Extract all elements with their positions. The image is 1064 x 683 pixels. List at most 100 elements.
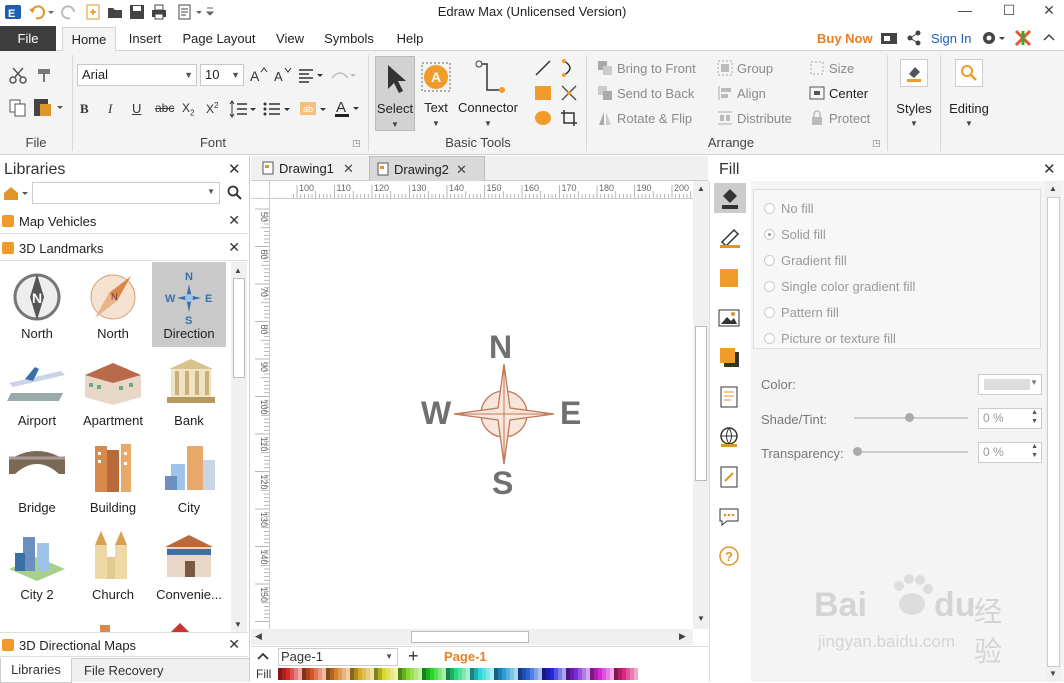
- bring-to-front-label[interactable]: Bring to Front: [617, 61, 696, 76]
- radio-pattern-fill[interactable]: [764, 307, 775, 318]
- buy-now-link[interactable]: Buy Now: [817, 31, 873, 46]
- align-label[interactable]: Align: [737, 86, 766, 101]
- page-nav-up-icon[interactable]: [257, 649, 269, 663]
- rotate-flip-icon[interactable]: [597, 110, 613, 126]
- color-picker[interactable]: ▼: [978, 374, 1042, 395]
- underline-button[interactable]: U: [132, 101, 141, 116]
- font-dialog-launcher-icon[interactable]: ◳: [352, 138, 361, 149]
- subscript-button[interactable]: X2: [182, 101, 194, 117]
- tab-help[interactable]: Help: [388, 27, 432, 51]
- drawing-canvas[interactable]: N S W E: [270, 199, 693, 629]
- shade-tint-knob[interactable]: [905, 413, 914, 422]
- palette-swatch[interactable]: [634, 668, 638, 680]
- fill-pane-scrollbar[interactable]: ▲ ▼: [1045, 181, 1062, 682]
- cart-icon[interactable]: [880, 30, 898, 46]
- strikethrough-button[interactable]: abc: [155, 101, 174, 115]
- styles-button[interactable]: Styles ▼: [896, 59, 932, 149]
- shape-convenience-store[interactable]: Convenie...: [152, 523, 226, 608]
- page-tab-page-1[interactable]: Page-1: [444, 649, 487, 664]
- shape-airport[interactable]: Airport: [0, 349, 74, 434]
- tab-symbols[interactable]: Symbols: [318, 27, 380, 51]
- highlight-color-icon[interactable]: ab: [298, 99, 328, 119]
- editing-button[interactable]: Editing ▼: [946, 59, 992, 149]
- rectangle-tool-icon[interactable]: [534, 84, 552, 102]
- shape-bridge[interactable]: Bridge: [0, 436, 74, 521]
- close-section-icon[interactable]: ✕: [228, 239, 240, 256]
- select-tool-button[interactable]: Select ▼: [375, 56, 415, 131]
- option-pattern-fill[interactable]: Pattern fill: [781, 305, 839, 320]
- close-fill-pane-icon[interactable]: ✕: [1043, 160, 1056, 178]
- library-section-3d-landmarks[interactable]: 3D Landmarks ✕: [0, 236, 248, 261]
- color-palette[interactable]: [278, 668, 638, 680]
- file-tab[interactable]: File: [0, 26, 56, 51]
- maximize-button[interactable]: ☐: [994, 0, 1024, 22]
- library-home-icon[interactable]: [3, 185, 29, 201]
- shape-bank[interactable]: Bank: [152, 349, 226, 434]
- shape-style-panel-icon[interactable]: [718, 267, 740, 289]
- line-spacing-icon[interactable]: [229, 99, 257, 119]
- rotate-flip-label[interactable]: Rotate & Flip: [617, 111, 692, 126]
- size-label[interactable]: Size: [829, 61, 854, 76]
- search-icon[interactable]: [227, 185, 243, 201]
- fill-scroll-thumb[interactable]: [1047, 197, 1060, 667]
- connector-tool-button[interactable]: Connector ▼: [455, 56, 521, 131]
- font-name-select[interactable]: Arial ▼: [77, 64, 197, 86]
- format-painter-icon[interactable]: [34, 65, 54, 85]
- tab-insert[interactable]: Insert: [120, 27, 170, 51]
- canvas-horizontal-scrollbar[interactable]: ◀ ▶: [251, 629, 693, 645]
- option-single-color-gradient[interactable]: Single color gradient fill: [781, 279, 915, 294]
- comment-panel-icon[interactable]: [718, 506, 740, 528]
- library-search-input[interactable]: ▼: [32, 182, 220, 204]
- hyperlink-globe-icon[interactable]: [718, 426, 740, 448]
- ellipse-tool-icon[interactable]: [534, 109, 552, 127]
- italic-button[interactable]: I: [108, 101, 112, 117]
- note-panel-icon[interactable]: [718, 466, 740, 488]
- close-window-button[interactable]: ✕: [1034, 0, 1064, 22]
- shape-north-arrow[interactable]: N North: [76, 262, 150, 347]
- group-label[interactable]: Group: [737, 61, 773, 76]
- page-properties-icon[interactable]: [718, 386, 740, 408]
- cross-tool-icon[interactable]: [560, 84, 578, 102]
- radio-single-color-gradient[interactable]: [764, 281, 775, 292]
- doc-tab-drawing1[interactable]: Drawing1 ✕: [255, 156, 367, 181]
- shadow-panel-icon[interactable]: [718, 346, 740, 368]
- size-icon[interactable]: [809, 60, 825, 76]
- group-icon[interactable]: [717, 60, 733, 76]
- close-section-icon[interactable]: ✕: [228, 636, 240, 653]
- bring-to-front-icon[interactable]: [597, 60, 613, 76]
- radio-solid-fill[interactable]: [764, 229, 775, 240]
- radio-no-fill[interactable]: [764, 203, 775, 214]
- help-panel-icon[interactable]: ?: [718, 545, 740, 567]
- option-picture-fill[interactable]: Picture or texture fill: [781, 331, 896, 346]
- library-section-map-vehicles[interactable]: Map Vehicles ✕: [0, 209, 248, 234]
- collapse-ribbon-icon[interactable]: [1042, 31, 1056, 43]
- grow-font-icon[interactable]: A: [249, 66, 269, 84]
- cut-icon[interactable]: [8, 65, 28, 85]
- option-solid-fill[interactable]: Solid fill: [781, 227, 826, 242]
- page-selector[interactable]: Page-1 ▼: [278, 648, 398, 666]
- protect-label[interactable]: Protect: [829, 111, 870, 126]
- send-to-back-label[interactable]: Send to Back: [617, 86, 694, 101]
- arrange-dialog-launcher-icon[interactable]: ◳: [872, 138, 881, 149]
- close-tab-icon[interactable]: ✕: [456, 157, 467, 182]
- option-gradient-fill[interactable]: Gradient fill: [781, 253, 847, 268]
- send-to-back-icon[interactable]: [597, 85, 613, 101]
- text-tool-button[interactable]: A Text ▼: [418, 56, 454, 131]
- share-icon[interactable]: [906, 30, 922, 46]
- center-label[interactable]: Center: [829, 86, 868, 101]
- shape-building[interactable]: Building: [76, 436, 150, 521]
- minimize-button[interactable]: —: [950, 0, 980, 22]
- shape-direction[interactable]: NSWE Direction: [152, 262, 226, 347]
- sign-in-link[interactable]: Sign In: [931, 31, 971, 46]
- shape-north-compass[interactable]: N North: [0, 262, 74, 347]
- protect-icon[interactable]: [809, 110, 825, 126]
- horizontal-scroll-thumb[interactable]: [411, 631, 529, 643]
- bullets-icon[interactable]: [262, 99, 292, 119]
- theme-icon[interactable]: [1014, 29, 1032, 47]
- tab-view[interactable]: View: [270, 27, 310, 51]
- copy-icon[interactable]: [8, 98, 28, 118]
- distribute-label[interactable]: Distribute: [737, 111, 792, 126]
- image-panel-icon[interactable]: [718, 307, 740, 329]
- add-page-icon[interactable]: +: [408, 646, 419, 667]
- compass-shape[interactable]: N S W E: [415, 327, 590, 502]
